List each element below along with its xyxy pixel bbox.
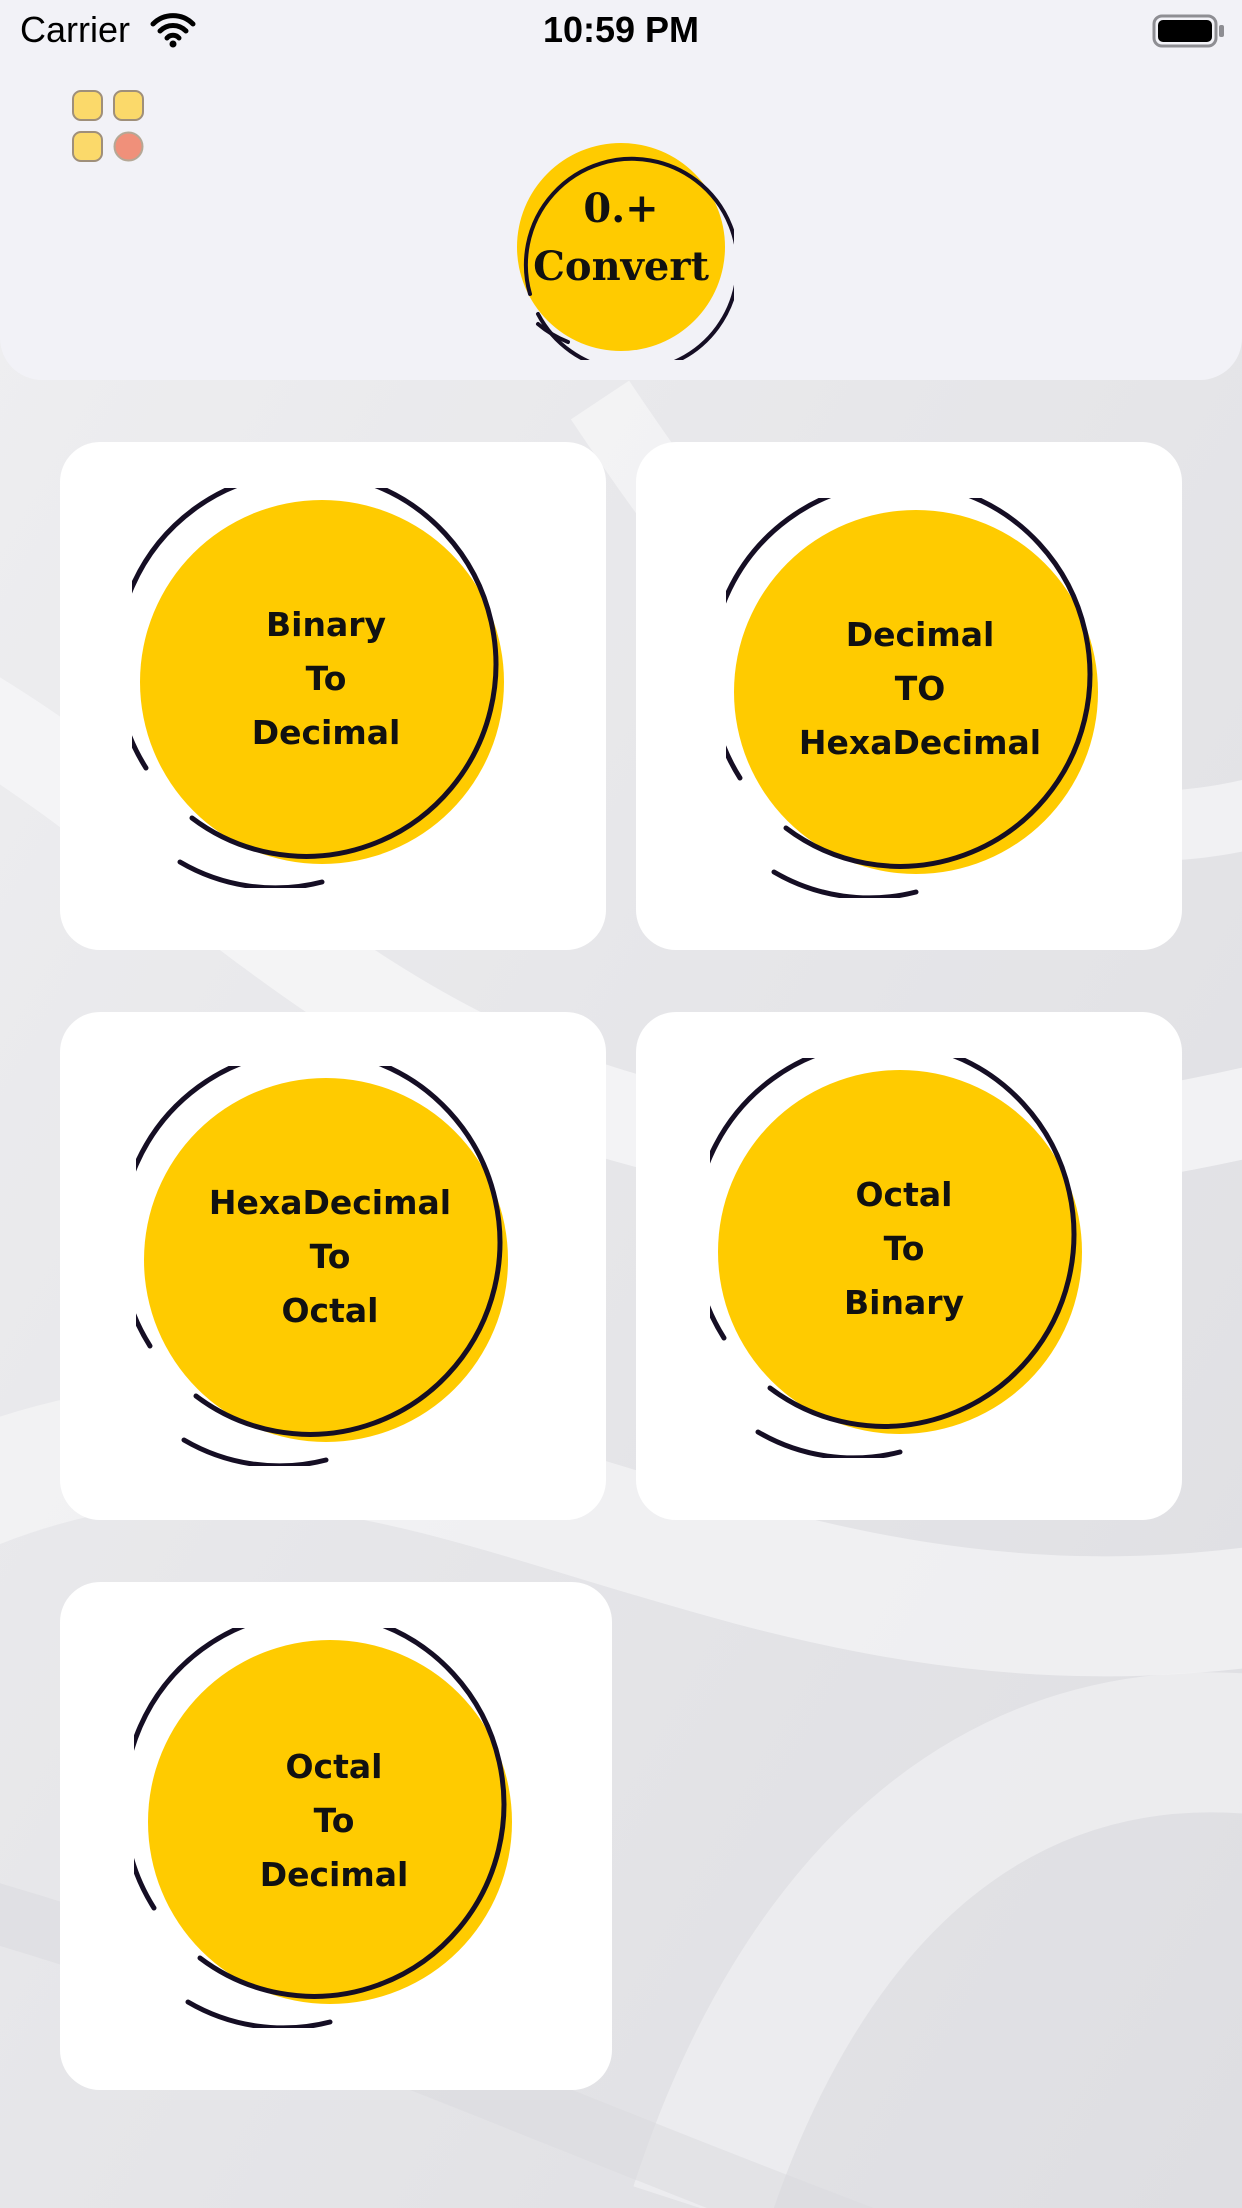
logo-line-2: Convert [533, 243, 709, 290]
app-header: Carrier 10:59 PM 0.+ Convert [0, 0, 1242, 380]
logo-line-1: 0.+ [583, 185, 659, 232]
label-line-2: TO [894, 669, 946, 708]
converter-card-hexadecimal-to-octal[interactable]: HexaDecimal To Octal [60, 1012, 606, 1520]
battery-icon [1152, 14, 1224, 48]
converter-label: HexaDecimal To Octal [136, 1176, 524, 1338]
label-line-1: HexaDecimal [208, 1183, 452, 1222]
converter-label: Binary To Decimal [132, 598, 520, 760]
label-line-3: HexaDecimal [798, 723, 1042, 762]
converter-card-binary-to-decimal[interactable]: Binary To Decimal [60, 442, 606, 950]
label-line-3: Binary [843, 1283, 964, 1322]
converter-button-octal-to-binary[interactable]: Octal To Binary [710, 1058, 1098, 1458]
converter-button-binary-to-decimal[interactable]: Binary To Decimal [132, 488, 520, 888]
label-line-1: Octal [855, 1175, 953, 1214]
label-line-2: To [313, 1801, 355, 1840]
label-line-1: Binary [265, 605, 386, 644]
label-line-2: To [883, 1229, 925, 1268]
label-line-1: Octal [285, 1747, 383, 1786]
grid-menu-icon[interactable] [70, 88, 146, 164]
status-time: 10:59 PM [542, 9, 700, 50]
converter-card-octal-to-decimal[interactable]: Octal To Decimal [60, 1582, 612, 2090]
converter-label: Octal To Binary [710, 1168, 1098, 1330]
converter-button-decimal-to-hexadecimal[interactable]: Decimal TO HexaDecimal [726, 498, 1114, 898]
label-line-3: Decimal [259, 1855, 409, 1894]
status-bar: Carrier 10:59 PM [0, 0, 1242, 62]
converter-card-octal-to-binary[interactable]: Octal To Binary [636, 1012, 1182, 1520]
converter-label: Octal To Decimal [134, 1740, 534, 1902]
converter-card-decimal-to-hexadecimal[interactable]: Decimal TO HexaDecimal [636, 442, 1182, 950]
label-line-3: Decimal [251, 713, 401, 752]
logo-text: 0.+ Convert [508, 180, 734, 296]
converter-label: Decimal TO HexaDecimal [726, 608, 1114, 770]
converter-button-hexadecimal-to-octal[interactable]: HexaDecimal To Octal [136, 1066, 524, 1466]
label-line-1: Decimal [845, 615, 995, 654]
label-line-2: To [309, 1237, 351, 1276]
label-line-3: Octal [281, 1291, 379, 1330]
converter-button-octal-to-decimal[interactable]: Octal To Decimal [134, 1628, 534, 2028]
label-line-2: To [305, 659, 347, 698]
app-logo: 0.+ Convert [508, 134, 740, 373]
